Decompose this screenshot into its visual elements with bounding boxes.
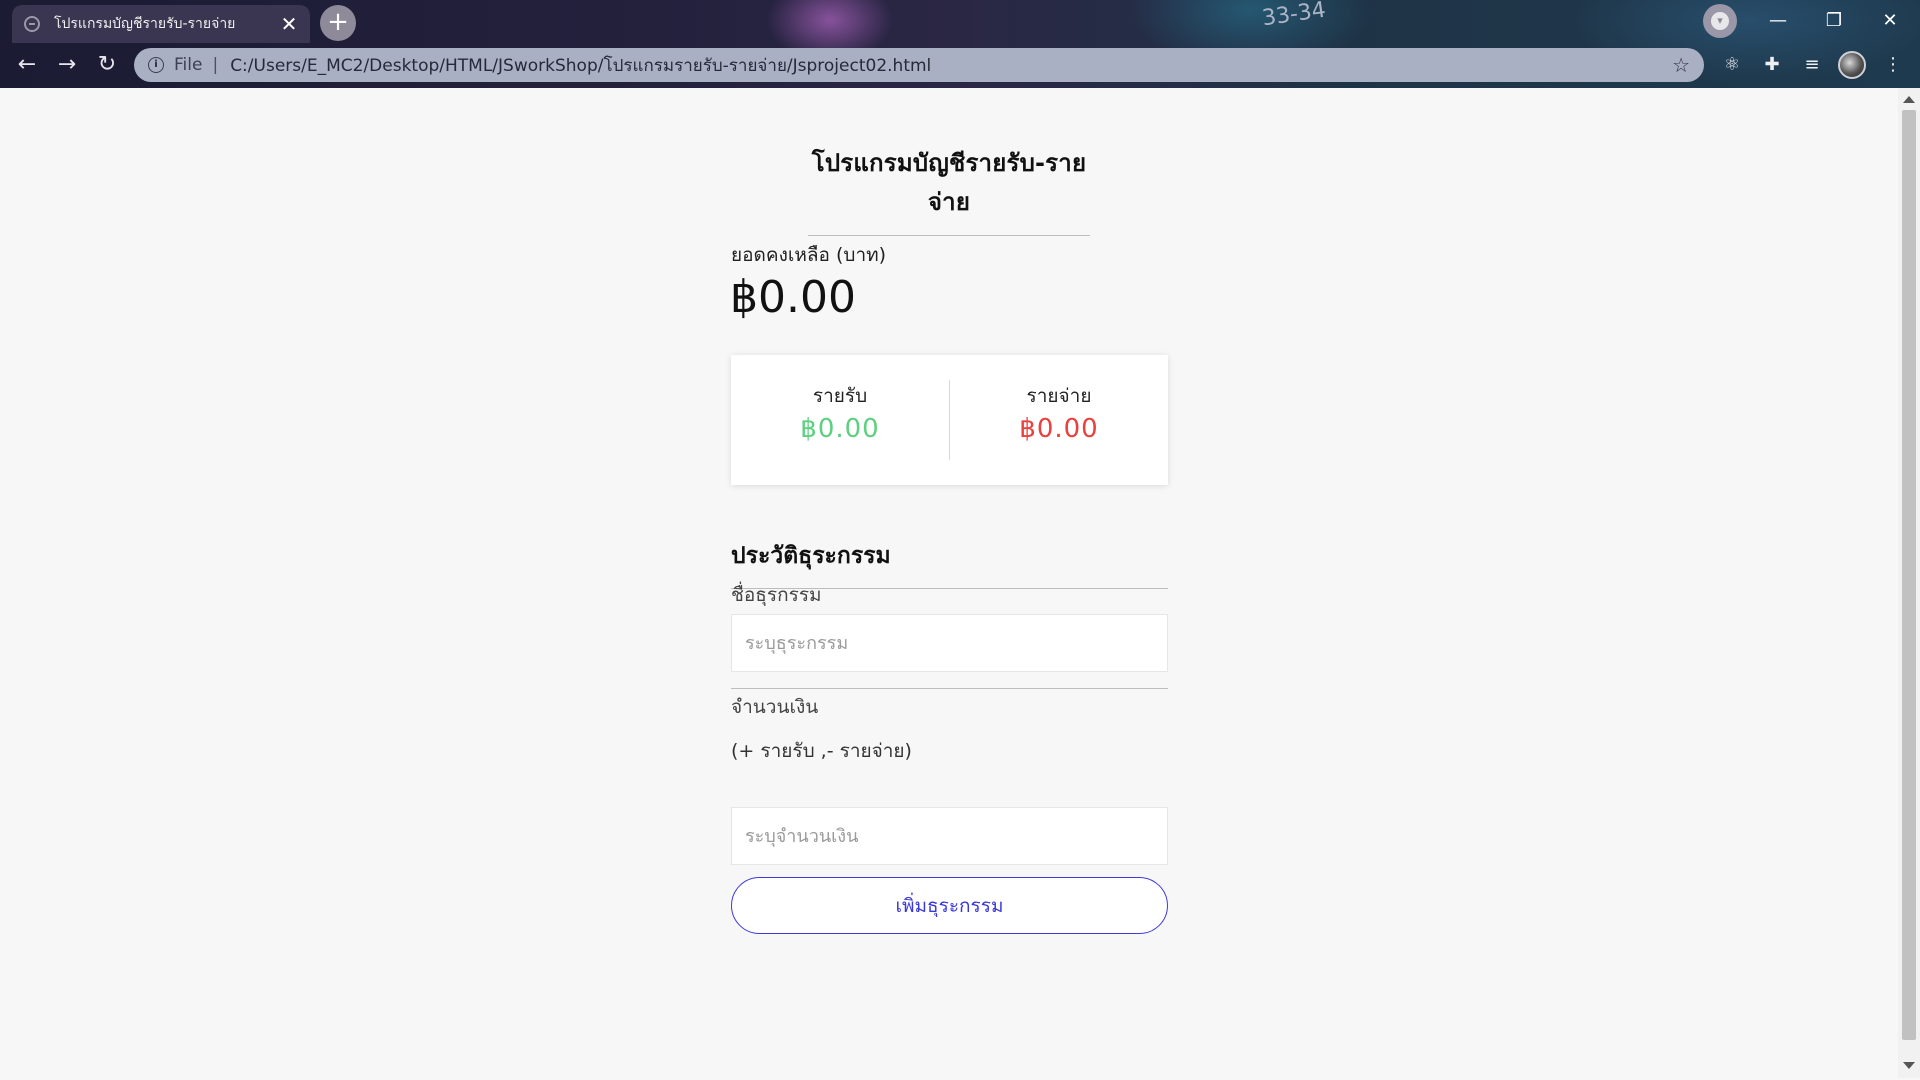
tab-search-button[interactable]: ▾	[1703, 4, 1737, 38]
income-value: ฿0.00	[800, 414, 880, 444]
new-tab-button[interactable]: +	[320, 5, 356, 41]
add-transaction-button[interactable]: เพิ่มธุระกรรม	[731, 877, 1168, 934]
url-text[interactable]: C:/Users/E_MC2/Desktop/HTML/JSworkShop/โ…	[230, 52, 1672, 79]
balance-label: ยอดคงเหลือ (บาท)	[731, 244, 887, 266]
scroll-up-arrow-icon[interactable]	[1903, 96, 1915, 103]
reading-list-icon[interactable]: ≡	[1795, 48, 1829, 82]
income-column: รายรับ ฿0.00	[731, 355, 949, 485]
url-separator: |	[212, 55, 219, 75]
page-favicon-icon	[24, 16, 40, 32]
income-expense-summary-card: รายรับ ฿0.00 รายจ่าย ฿0.00	[731, 355, 1168, 485]
bookmark-star-icon[interactable]: ☆	[1672, 53, 1690, 77]
scrollbar-thumb[interactable]	[1902, 110, 1916, 1040]
tab-title: โปรแกรมบัญชีรายรับ-รายจ่าย	[54, 16, 236, 32]
amount-input[interactable]	[731, 807, 1168, 865]
browser-tab-active[interactable]: โปรแกรมบัญชีรายรับ-รายจ่าย ✕	[12, 5, 310, 43]
minimize-button[interactable]: —	[1756, 4, 1800, 38]
browser-chrome: โปรแกรมบัญชีรายรับ-รายจ่าย ✕ + 33-34 ▾ —…	[0, 0, 1920, 88]
transaction-name-input[interactable]	[731, 614, 1168, 672]
balance-value: ฿0.00	[730, 272, 856, 323]
profile-avatar[interactable]	[1838, 51, 1866, 79]
amount-label: จำนวนเงิน	[731, 696, 819, 718]
back-button[interactable]: ←	[10, 48, 44, 82]
browser-menu-icon[interactable]: ⋮	[1876, 48, 1910, 82]
income-label: รายรับ	[812, 385, 868, 407]
background-theme-text: 33-34	[1260, 0, 1328, 32]
page-scrollbar[interactable]	[1898, 88, 1920, 1078]
close-window-button[interactable]: ✕	[1868, 4, 1912, 38]
react-devtools-icon[interactable]: ⚛	[1715, 48, 1749, 82]
maximize-button[interactable]: ❐	[1812, 4, 1856, 38]
page-title: โปรแกรมบัญชีรายรับ-รายจ่าย	[808, 143, 1090, 236]
site-info-icon[interactable]: i	[148, 57, 164, 73]
extensions-icon[interactable]: ✚	[1755, 48, 1789, 82]
reload-button[interactable]: ↻	[90, 48, 124, 82]
amount-hint: (+ รายรับ ,- รายจ่าย)	[731, 740, 912, 762]
page-content: โปรแกรมบัญชีรายรับ-รายจ่าย ยอดคงเหลือ (บ…	[0, 88, 1898, 1078]
expense-label: รายจ่าย	[1026, 385, 1092, 407]
chevron-down-icon: ▾	[1711, 12, 1729, 30]
expense-column: รายจ่าย ฿0.00	[950, 355, 1168, 485]
scroll-down-arrow-icon[interactable]	[1903, 1062, 1915, 1069]
url-scheme-label: File	[174, 55, 203, 75]
address-bar[interactable]: i File | C:/Users/E_MC2/Desktop/HTML/JSw…	[134, 48, 1704, 82]
expense-value: ฿0.00	[1019, 414, 1099, 444]
transaction-name-label: ชื่อธุรกรรม	[731, 584, 822, 606]
forward-button[interactable]: →	[50, 48, 84, 82]
tab-close-icon[interactable]: ✕	[280, 12, 298, 36]
